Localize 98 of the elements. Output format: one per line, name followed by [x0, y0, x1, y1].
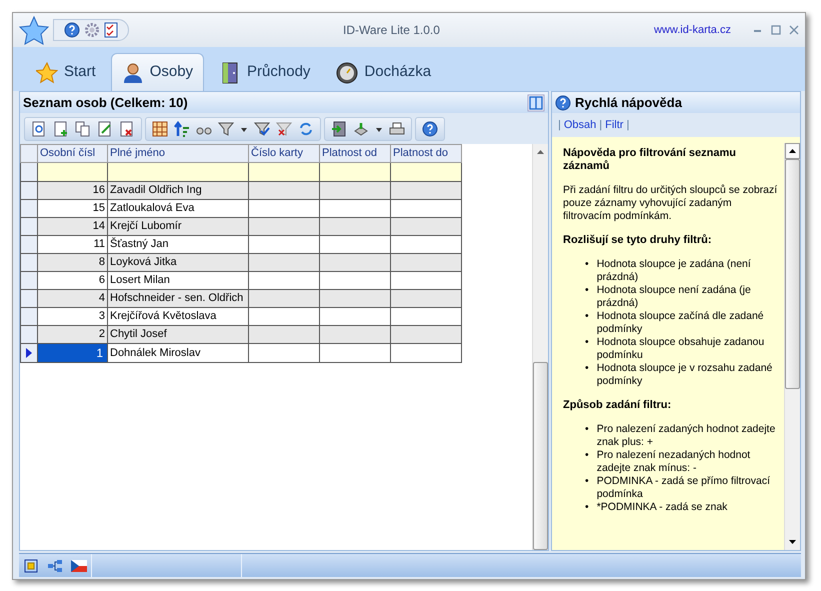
- row-header[interactable]: [20, 218, 38, 236]
- help-link[interactable]: Obsah: [564, 117, 596, 133]
- table-cell: Hofschneider - sen. Oldřich: [108, 290, 248, 308]
- separator-text: |: [599, 118, 602, 133]
- star-icon: [36, 62, 58, 84]
- filter-field[interactable]: [320, 162, 390, 182]
- edit-icon[interactable]: [97, 120, 113, 136]
- bullet: •: [585, 449, 589, 463]
- column-header[interactable]: Platnost od: [320, 144, 390, 162]
- help-list-item: Hodnota sloupce není zadána (je prázdná): [596, 284, 752, 310]
- panel-layout-icon[interactable]: [527, 94, 545, 112]
- row-pointer-icon: [25, 348, 33, 358]
- help-heading: Nápověda pro filtrování seznamu záznamů: [563, 147, 737, 173]
- column-header[interactable]: Platnost do: [390, 144, 462, 162]
- website-link[interactable]: www.id-karta.cz: [654, 22, 731, 38]
- refresh-icon[interactable]: [298, 120, 314, 136]
- tab[interactable]: Docházka: [325, 53, 442, 91]
- star-icon[interactable]: [19, 15, 49, 45]
- checklist-icon[interactable]: [104, 22, 118, 38]
- row-header[interactable]: [20, 326, 38, 344]
- copy-icon[interactable]: [75, 120, 91, 136]
- help-icon[interactable]: [422, 120, 438, 136]
- bullet: •: [585, 475, 589, 489]
- row-header[interactable]: [20, 308, 38, 326]
- scrollbar[interactable]: [532, 144, 548, 550]
- window-title: ID-Ware Lite 1.0.0: [342, 22, 441, 39]
- row-header[interactable]: [20, 182, 38, 200]
- tab[interactable]: Průchody: [208, 53, 322, 91]
- bullet: •: [585, 310, 589, 324]
- table-cell: Chytil Josef: [108, 326, 248, 344]
- table-cell: 8: [38, 254, 108, 272]
- row-header[interactable]: [20, 290, 38, 308]
- import-icon[interactable]: [353, 120, 369, 136]
- row-header[interactable]: [20, 344, 38, 362]
- filter-clear-icon[interactable]: [276, 120, 292, 136]
- help-list-item: Hodnota sloupce obsahuje zadanou podmínku: [596, 336, 766, 362]
- bullet: •: [585, 423, 589, 437]
- separator-text: |: [558, 118, 561, 133]
- table-cell: 4: [38, 290, 108, 308]
- bullet: •: [585, 501, 589, 514]
- preview-icon[interactable]: [31, 120, 47, 136]
- row-header[interactable]: [20, 236, 38, 254]
- help-icon: [555, 94, 571, 110]
- scrollbar[interactable]: [784, 143, 800, 550]
- table-cell: 2: [38, 326, 108, 344]
- filter-field[interactable]: [248, 162, 320, 182]
- panel-title: Rychlá nápověda: [575, 94, 682, 112]
- help-list-item: Hodnota sloupce začíná dle zadané podmínky: [596, 310, 765, 336]
- panel-title: Seznam osob (Celkem: 10): [23, 94, 188, 112]
- filter-field[interactable]: [38, 162, 108, 182]
- help-list-item: Pro nalezení zadaných hodnot zadejte znak plus: +: [596, 423, 776, 449]
- help-link[interactable]: Filtr: [605, 117, 624, 133]
- table-cell: Loyková Jitka: [108, 254, 248, 272]
- row-header[interactable]: [20, 272, 38, 290]
- delete-document-icon[interactable]: [119, 120, 135, 136]
- scroll-down-icon[interactable]: [789, 540, 796, 544]
- table-cell: Zavadil Oldřich Ing: [108, 182, 248, 200]
- bullet: •: [585, 362, 589, 376]
- table-cell: Krejčí Lubomír: [108, 218, 248, 236]
- tab[interactable]: Start: [25, 53, 107, 91]
- help-list-item: Hodnota sloupce je v rozsahu zadané podmínky: [596, 362, 774, 388]
- help-heading: Rozlišují se tyto druhy filtrů:: [563, 234, 713, 247]
- scroll-up-icon[interactable]: [789, 149, 796, 153]
- row-header[interactable]: [20, 254, 38, 272]
- filter-apply-icon[interactable]: [254, 120, 270, 136]
- filter-field[interactable]: [390, 162, 462, 182]
- help-list-item: PODMINKA - zadá se přímo filtrovací podmínka: [596, 475, 771, 501]
- help-icon[interactable]: [64, 22, 80, 38]
- tab[interactable]: Osoby: [110, 53, 204, 91]
- help-paragraph: Při zadání filtru do určitých sloupců se zobrazí pouze záznamy vyhovující zadaným filtrovacím podmínkám.: [563, 184, 778, 223]
- add-document-icon[interactable]: [53, 120, 69, 136]
- bullet: •: [585, 258, 589, 272]
- column-header[interactable]: Osobní čísl: [38, 144, 108, 162]
- columns-icon[interactable]: [152, 120, 168, 136]
- maximize-icon[interactable]: [771, 25, 781, 35]
- table-cell: 16: [38, 182, 108, 200]
- printer-icon[interactable]: [389, 120, 405, 136]
- row-header[interactable]: [20, 200, 38, 218]
- help-list-item: *PODMINKA - zadá se znak: [596, 501, 728, 514]
- bullet: •: [585, 284, 589, 298]
- help-list-item: Pro nalezení nezadaných hodnot zadejte znak mínus: -: [596, 449, 752, 475]
- filter-field[interactable]: [108, 162, 248, 182]
- table-cell: 1: [38, 344, 108, 362]
- column-header[interactable]: Číslo karty: [248, 144, 320, 162]
- table-cell: Dohnálek Miroslav: [108, 344, 248, 362]
- row-header: [20, 162, 38, 182]
- table-cell: 14: [38, 218, 108, 236]
- filter-icon[interactable]: [218, 120, 234, 136]
- help-heading: Způsob zadání filtru:: [563, 399, 672, 412]
- clock-icon: [336, 62, 358, 84]
- help-list-item: Hodnota sloupce je zadána (není prázdná): [596, 258, 752, 284]
- separator-text: |: [626, 118, 630, 133]
- person-icon: [122, 62, 144, 84]
- bullet: •: [585, 336, 589, 350]
- export-icon[interactable]: [331, 120, 347, 136]
- sort-icon[interactable]: [174, 120, 190, 136]
- column-header[interactable]: Plné jméno: [108, 144, 248, 162]
- close-icon[interactable]: [789, 25, 799, 35]
